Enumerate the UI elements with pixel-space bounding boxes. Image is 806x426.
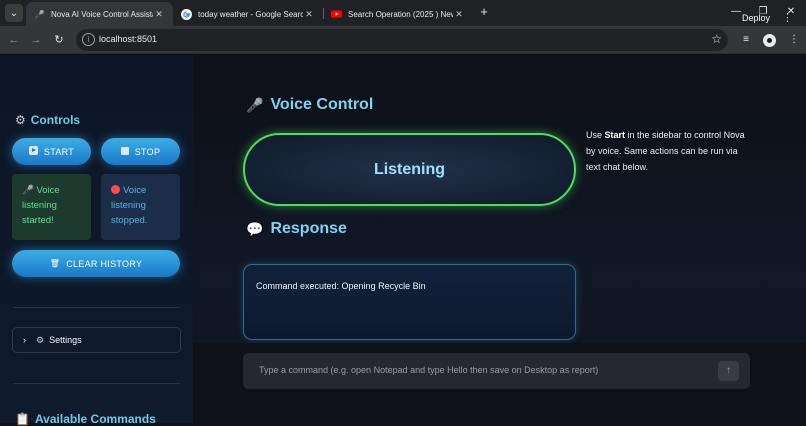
new-tab-button[interactable]: + — [477, 5, 491, 19]
browser-menu-icon[interactable]: ⋮ — [786, 32, 802, 48]
trash-icon: 🗑 — [49, 259, 61, 268]
close-icon[interactable]: ✕ — [303, 9, 315, 20]
sidebar-divider — [13, 307, 180, 308]
app-menu-icon[interactable]: ⋮ — [782, 11, 793, 24]
profile-avatar[interactable] — [763, 34, 776, 47]
close-icon[interactable]: ✕ — [453, 9, 465, 20]
tab-title: today weather - Google Search — [198, 9, 303, 19]
response-text: Command executed: Opening Recycle Bin — [256, 281, 426, 291]
red-circle-icon — [111, 185, 120, 194]
tab-youtube[interactable]: Search Operation (2025 ) New | ✕ — [323, 2, 473, 26]
status-stopped-alert: Voice listening stopped. — [101, 174, 180, 240]
deploy-button[interactable]: Deploy — [742, 13, 770, 23]
google-icon — [181, 8, 192, 20]
bookmark-star-icon[interactable]: ☆ — [711, 32, 722, 46]
clipboard-icon: 📋 — [15, 412, 30, 426]
voice-control-heading: 🎤 Voice Control — [246, 96, 373, 114]
browser-toolbar: ← → ↻ i localhost:8501 ☆ ≡ ⋮ — [0, 26, 806, 54]
clear-history-button[interactable]: 🗑 CLEAR HISTORY — [12, 250, 180, 277]
speech-bubble-icon: 💬 — [246, 220, 264, 237]
controls-heading-text: Controls — [30, 113, 81, 127]
start-button[interactable]: START — [12, 138, 91, 165]
response-heading: 💬 Response — [246, 220, 347, 238]
browser-tab-strip: ⌄ 🎤 Nova AI Voice Control Assistant ✕ to… — [0, 0, 806, 26]
address-bar[interactable]: i localhost:8501 ☆ — [76, 29, 728, 51]
site-info-icon[interactable]: i — [82, 33, 95, 46]
microphone-icon: 🎤 — [22, 185, 37, 196]
settings-label: Settings — [49, 335, 82, 345]
forward-arrow-icon[interactable]: → — [28, 32, 44, 48]
available-commands-text: Available Commands — [34, 412, 156, 426]
usage-hint: Use Start in the sidebar to control Nova… — [586, 127, 746, 175]
start-button-label: START — [43, 146, 75, 157]
tab-search-button[interactable]: ⌄ — [5, 4, 23, 22]
play-icon — [28, 146, 38, 157]
voice-control-heading-text: Voice Control — [270, 96, 374, 113]
available-commands-heading: 📋 Available Commands — [15, 412, 156, 426]
back-arrow-icon[interactable]: ← — [6, 32, 22, 48]
tab-title: Nova AI Voice Control Assistant — [51, 9, 153, 19]
app-header — [193, 55, 806, 93]
chat-input-placeholder: Type a command (e.g. open Notepad and ty… — [259, 365, 599, 375]
microphone-icon: 🎤 — [34, 9, 45, 19]
stop-button-label: STOP — [134, 146, 161, 157]
chevron-right-icon: › — [23, 335, 26, 345]
controls-heading: ⚙ Controls — [15, 113, 80, 127]
sidebar-divider — [13, 383, 180, 384]
media-control-icon[interactable]: ≡ — [738, 32, 754, 48]
status-started-alert: 🎤 Voice listening started! — [12, 174, 91, 240]
response-box: Command executed: Opening Recycle Bin — [243, 264, 576, 340]
chat-input[interactable]: Type a command (e.g. open Notepad and ty… — [243, 353, 750, 389]
settings-expander[interactable]: › ⚙ Settings — [12, 327, 181, 353]
clear-history-label: CLEAR HISTORY — [66, 258, 143, 269]
tab-title: Search Operation (2025 ) New | — [348, 9, 453, 19]
hint-bold: Start — [604, 130, 626, 140]
gear-icon: ⚙ — [36, 334, 45, 345]
youtube-icon — [331, 9, 342, 20]
gear-icon: ⚙ — [15, 113, 26, 127]
reload-icon[interactable]: ↻ — [51, 32, 67, 48]
url-text: localhost:8501 — [99, 34, 158, 44]
close-icon[interactable]: ✕ — [153, 9, 165, 20]
tab-google-search[interactable]: today weather - Google Search ✕ — [173, 2, 323, 26]
listening-indicator: Listening — [243, 133, 576, 206]
microphone-icon: 🎤 — [246, 96, 264, 113]
send-arrow-icon[interactable]: ↑ — [718, 361, 739, 381]
stop-button[interactable]: STOP — [101, 138, 180, 165]
response-heading-text: Response — [270, 220, 347, 237]
tab-nova[interactable]: 🎤 Nova AI Voice Control Assistant ✕ — [26, 2, 173, 26]
stop-icon — [120, 146, 129, 157]
hint-prefix: Use — [586, 130, 605, 140]
